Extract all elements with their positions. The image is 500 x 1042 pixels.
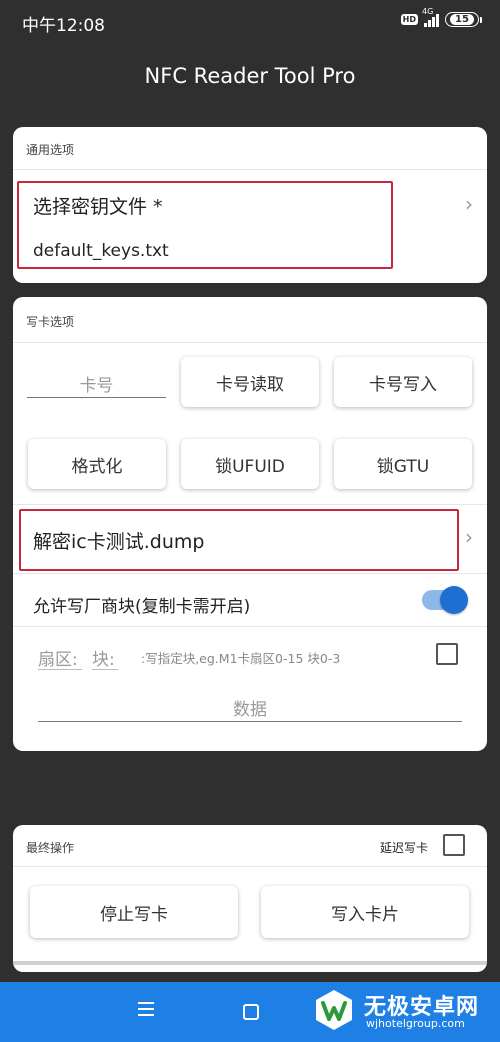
- divider: [13, 626, 487, 627]
- format-button[interactable]: 格式化: [28, 439, 166, 489]
- chevron-right-icon: ›: [465, 525, 473, 549]
- sector-input[interactable]: 扇区:: [38, 641, 82, 671]
- navigation-bar: 无极安卓网 wjhotelgroup.com: [0, 982, 500, 1042]
- allow-vendor-block-toggle[interactable]: [422, 586, 468, 614]
- write-options-card: 写卡选项 卡号 卡号读取 卡号写入 格式化 锁UFUID 锁GTU 解密ic卡测…: [13, 297, 487, 751]
- read-card-number-button[interactable]: 卡号读取: [181, 357, 319, 407]
- battery-level: 15: [450, 14, 474, 25]
- block-label: 块:: [92, 650, 115, 670]
- data-input[interactable]: 数据: [38, 689, 462, 723]
- section-label-final: 最终操作: [26, 841, 75, 855]
- delay-write-checkbox[interactable]: [443, 834, 465, 856]
- watermark: 无极安卓网 wjhotelgroup.com: [306, 986, 500, 1036]
- delay-write-label: 延迟写卡: [380, 841, 429, 855]
- divider: [13, 866, 487, 867]
- lock-ufuid-button[interactable]: 锁UFUID: [181, 439, 319, 489]
- card-number-placeholder: 卡号: [79, 376, 114, 396]
- signal-icon: 4G: [422, 7, 439, 27]
- lock-gtu-button[interactable]: 锁GTU: [334, 439, 472, 489]
- chevron-right-icon: ›: [465, 192, 473, 216]
- highlight-box: [17, 181, 393, 269]
- watermark-logo-icon: [316, 990, 352, 1030]
- battery-icon: 15: [445, 12, 482, 27]
- home-icon[interactable]: [243, 1004, 259, 1020]
- watermark-url: wjhotelgroup.com: [366, 1017, 465, 1030]
- app-title: NFC Reader Tool Pro: [144, 64, 356, 88]
- status-time: 中午12:08: [22, 16, 105, 36]
- general-options-card: 通用选项 选择密钥文件 * default_keys.txt ›: [13, 127, 487, 283]
- allow-vendor-block-label: 允许写厂商块(复制卡需开启): [33, 597, 251, 617]
- toggle-knob: [440, 586, 468, 614]
- section-label-general: 通用选项: [26, 143, 75, 157]
- divider: [13, 573, 487, 574]
- write-card-button[interactable]: 写入卡片: [261, 886, 469, 938]
- section-label-write: 写卡选项: [26, 315, 75, 329]
- menu-icon[interactable]: [138, 1002, 154, 1020]
- write-block-checkbox[interactable]: [436, 643, 458, 665]
- status-icons: HD 4G 15: [400, 7, 482, 27]
- block-input[interactable]: 块:: [92, 641, 118, 671]
- write-card-number-button[interactable]: 卡号写入: [334, 357, 472, 407]
- card-number-input[interactable]: 卡号: [27, 361, 166, 399]
- network-type: 4G: [422, 6, 434, 16]
- data-placeholder: 数据: [233, 700, 267, 720]
- block-hint: :写指定块,eg.M1卡扇区0-15 块0-3: [141, 651, 341, 666]
- highlight-box: [19, 509, 459, 571]
- divider: [13, 342, 487, 343]
- sector-label: 扇区:: [38, 650, 78, 670]
- scroll-indicator: [13, 961, 487, 965]
- final-operation-card: 最终操作 延迟写卡 停止写卡 写入卡片: [13, 825, 487, 972]
- status-bar: 中午12:08 HD 4G 15: [0, 0, 500, 44]
- stop-write-button[interactable]: 停止写卡: [30, 886, 238, 938]
- hd-icon: HD: [400, 14, 418, 25]
